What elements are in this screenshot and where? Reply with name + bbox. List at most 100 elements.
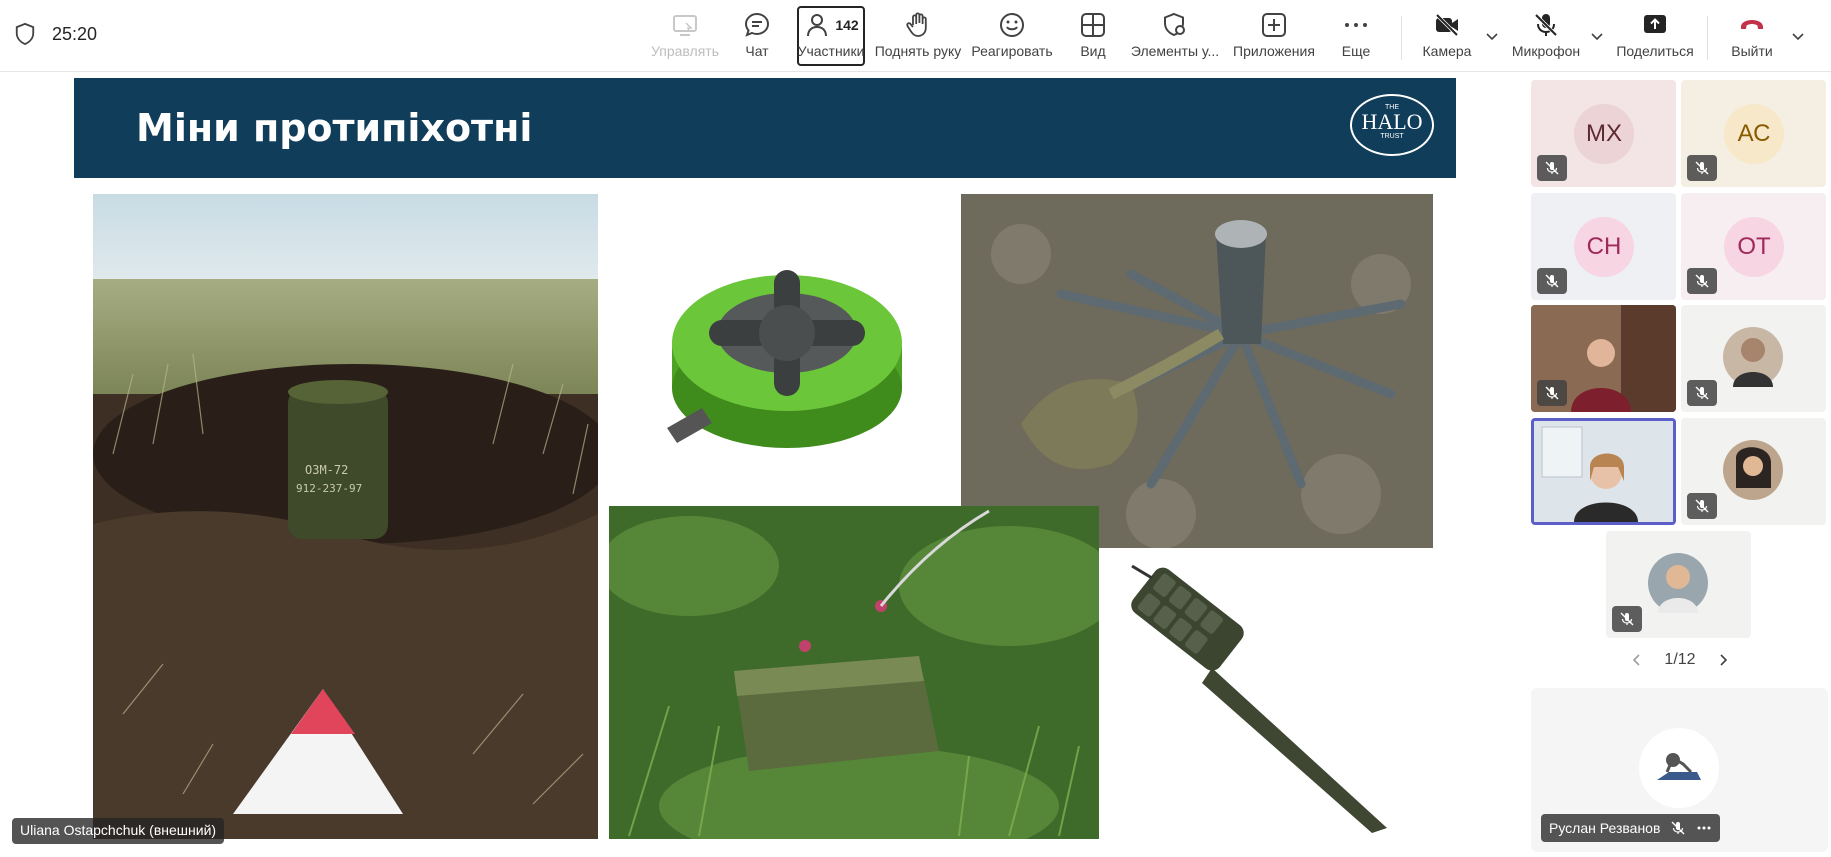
shield-settings-icon bbox=[1164, 12, 1185, 37]
hand-icon bbox=[906, 12, 927, 37]
raise-hand-button[interactable]: Поднять руку bbox=[874, 8, 962, 66]
muted-mic-indicator bbox=[1537, 155, 1567, 181]
halo-trust-logo: THE HALO TRUST bbox=[1350, 94, 1434, 156]
camera-label: Камера bbox=[1422, 43, 1472, 59]
apps-button[interactable]: Приложения bbox=[1232, 8, 1316, 66]
mic-off-icon bbox=[1695, 499, 1709, 513]
participant-avatar: АС bbox=[1724, 104, 1784, 164]
self-avatar bbox=[1639, 728, 1719, 808]
more-button[interactable]: Еще bbox=[1340, 8, 1372, 66]
chat-label: Чат bbox=[745, 43, 769, 59]
microphone-button[interactable]: Микрофон bbox=[1510, 8, 1582, 66]
participant-video bbox=[1534, 421, 1673, 522]
participant-avatar: СН bbox=[1574, 217, 1634, 277]
mic-off-icon bbox=[1534, 13, 1558, 37]
hang-up-icon bbox=[1741, 20, 1763, 29]
photo-fragmentation-mine-tripwires bbox=[961, 194, 1433, 548]
more-label: Еще bbox=[1341, 43, 1371, 59]
participant-avatar: ОТ bbox=[1724, 217, 1784, 277]
microphone-label: Микрофон bbox=[1511, 43, 1581, 59]
mic-off-icon bbox=[1545, 274, 1559, 288]
participant-video-tile[interactable] bbox=[1531, 305, 1676, 412]
apps-label: Приложения bbox=[1233, 43, 1315, 59]
muted-mic-indicator bbox=[1687, 268, 1717, 294]
self-name-tag: Руслан Резванов bbox=[1541, 814, 1721, 842]
meeting-timer: 25:20 bbox=[14, 22, 97, 46]
mic-off-icon bbox=[1695, 386, 1709, 400]
mic-off-icon bbox=[1671, 821, 1685, 835]
people-icon bbox=[807, 14, 828, 37]
leave-button[interactable]: Выйти bbox=[1728, 8, 1776, 66]
elements-label: Элементы у... bbox=[1130, 43, 1220, 59]
meeting-toolbar: 25:20 Управлять Чат 142 Участники Поднят… bbox=[0, 0, 1831, 72]
elements-button[interactable]: Элементы у... bbox=[1130, 8, 1220, 66]
participant-tile[interactable] bbox=[1681, 418, 1826, 525]
participants-count: 142 bbox=[835, 17, 859, 33]
timer-text: 25:20 bbox=[52, 23, 98, 44]
slide-title: Міни протипіхотні bbox=[136, 106, 533, 150]
camera-button[interactable]: Камера bbox=[1420, 8, 1474, 66]
active-speaker-video-tile[interactable] bbox=[1531, 418, 1676, 525]
presenter-name-tag: Uliana Ostapchchuk (внешний) bbox=[12, 818, 225, 844]
camera-options-chevron-icon[interactable] bbox=[1484, 28, 1500, 44]
react-label: Реагировать bbox=[971, 43, 1053, 59]
pager-text: 1/12 bbox=[1664, 651, 1696, 668]
participant-tile[interactable]: СН bbox=[1531, 193, 1676, 300]
mic-off-icon bbox=[1695, 161, 1709, 175]
participant-tile[interactable]: ОТ bbox=[1681, 193, 1826, 300]
participant-avatar: МХ bbox=[1574, 104, 1634, 164]
chat-icon bbox=[744, 12, 770, 37]
chat-button[interactable]: Чат bbox=[737, 8, 777, 66]
manage-label: Управлять bbox=[651, 43, 719, 59]
photo-directional-mine-in-grass bbox=[609, 506, 1099, 839]
participant-tile[interactable]: АС bbox=[1681, 80, 1826, 187]
participants-pager: 1/12 bbox=[1630, 651, 1730, 669]
more-dots-icon bbox=[1345, 23, 1367, 27]
camera-off-icon bbox=[1435, 13, 1459, 37]
photo-green-pressure-mine bbox=[647, 208, 907, 508]
react-button[interactable]: Реагировать bbox=[971, 8, 1053, 66]
view-label: Вид bbox=[1080, 43, 1106, 59]
muted-mic-indicator bbox=[1687, 493, 1717, 519]
muted-mic-indicator bbox=[1612, 606, 1642, 632]
leave-label: Выйти bbox=[1731, 43, 1773, 59]
share-label: Поделиться bbox=[1616, 43, 1694, 59]
mic-off-icon bbox=[1695, 274, 1709, 288]
leave-options-chevron-icon[interactable] bbox=[1790, 28, 1806, 44]
share-button[interactable]: Поделиться bbox=[1616, 8, 1694, 66]
photo-stake-mine bbox=[1112, 548, 1422, 848]
share-screen-icon bbox=[1644, 15, 1666, 33]
participants-label: Участники bbox=[797, 43, 865, 59]
more-dots-icon[interactable] bbox=[1696, 820, 1712, 836]
view-button[interactable]: Вид bbox=[1078, 8, 1108, 66]
svg-text:ОЗМ-72: ОЗМ-72 bbox=[305, 463, 348, 477]
muted-mic-indicator bbox=[1537, 268, 1567, 294]
mic-off-icon bbox=[1545, 386, 1559, 400]
add-app-icon bbox=[1262, 13, 1286, 37]
participant-tile[interactable] bbox=[1681, 305, 1826, 412]
participants-button[interactable]: 142 Участники bbox=[797, 6, 865, 66]
raise-hand-label: Поднять руку bbox=[874, 43, 962, 59]
grid-view-icon bbox=[1081, 13, 1105, 37]
self-name: Руслан Резванов bbox=[1549, 820, 1661, 836]
muted-mic-indicator bbox=[1687, 155, 1717, 181]
toolbar-divider bbox=[1401, 16, 1402, 60]
slide-header: Міни протипіхотні THE HALO TRUST bbox=[74, 78, 1456, 178]
mic-off-icon bbox=[1545, 161, 1559, 175]
shield-icon bbox=[15, 22, 35, 46]
screen-manage-icon bbox=[673, 15, 697, 36]
smiley-icon bbox=[1000, 13, 1024, 37]
manage-button[interactable]: Управлять bbox=[646, 8, 724, 66]
participant-tile[interactable] bbox=[1606, 531, 1751, 638]
chevron-right-icon[interactable] bbox=[1716, 653, 1730, 667]
mic-off-icon bbox=[1620, 612, 1634, 626]
svg-text:912-237-97: 912-237-97 bbox=[296, 482, 362, 495]
muted-mic-indicator bbox=[1687, 380, 1717, 406]
muted-mic-indicator bbox=[1537, 380, 1567, 406]
mic-options-chevron-icon[interactable] bbox=[1589, 28, 1605, 44]
shared-slide: Міни протипіхотні THE HALO TRUST ОЗМ-72 … bbox=[72, 78, 1456, 857]
self-video-tile[interactable]: Руслан Резванов bbox=[1531, 688, 1828, 852]
participant-tile[interactable]: МХ bbox=[1531, 80, 1676, 187]
chevron-left-icon[interactable] bbox=[1630, 653, 1644, 667]
toolbar-divider-2 bbox=[1707, 16, 1708, 60]
